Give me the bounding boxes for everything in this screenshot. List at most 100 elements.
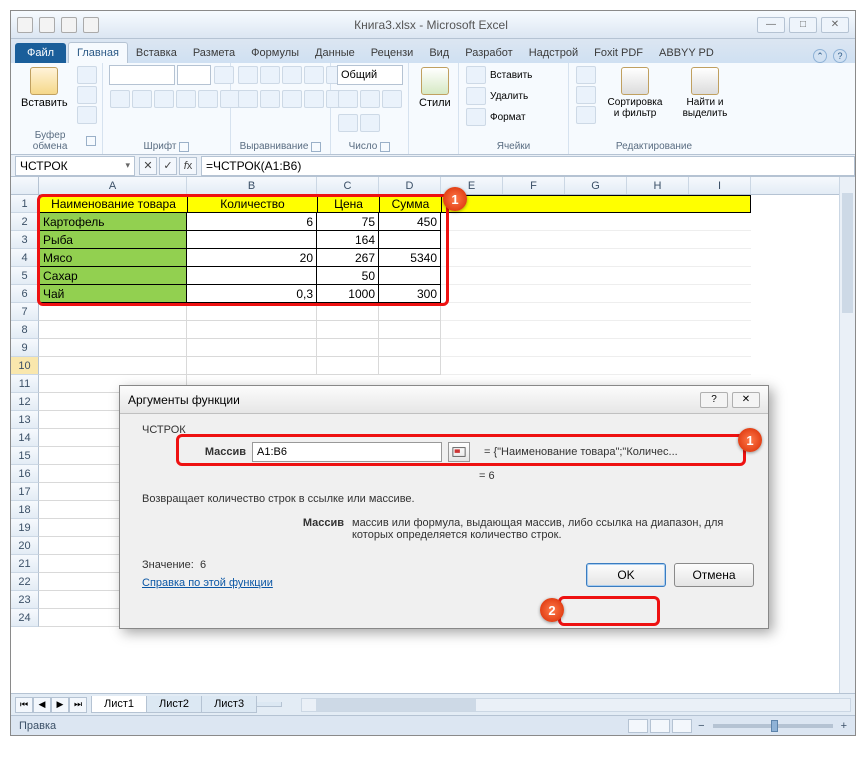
row-header[interactable]: 23 (11, 591, 39, 609)
dialog-titlebar[interactable]: Аргументы функции ? ✕ (120, 386, 768, 414)
cell[interactable]: 450 (379, 213, 441, 231)
orientation-icon[interactable] (304, 66, 324, 84)
help-icon[interactable]: ? (833, 49, 847, 63)
row-header[interactable]: 10 (11, 357, 39, 375)
row-header[interactable]: 24 (11, 609, 39, 627)
number-launcher-icon[interactable] (380, 142, 390, 152)
tab-view[interactable]: Вид (421, 43, 457, 63)
zoom-slider[interactable] (713, 724, 833, 728)
fill-icon[interactable] (576, 86, 596, 104)
col-header-g[interactable]: G (565, 177, 627, 194)
cell[interactable]: Сахар (39, 267, 187, 285)
number-format-combo[interactable]: Общий (337, 65, 403, 85)
cell[interactable] (441, 285, 751, 303)
cell[interactable] (441, 249, 751, 267)
sheet-tab[interactable]: Лист1 (91, 696, 147, 713)
cell[interactable]: 5340 (379, 249, 441, 267)
bold-icon[interactable] (110, 90, 130, 108)
cell[interactable] (379, 339, 441, 357)
enter-formula-icon[interactable]: ✓ (159, 157, 177, 175)
formula-input[interactable]: =ЧСТРОК(A1:B6) (201, 156, 855, 176)
cancel-formula-icon[interactable]: ✕ (139, 157, 157, 175)
row-header[interactable]: 13 (11, 411, 39, 429)
save-icon[interactable] (39, 17, 55, 33)
paste-button[interactable]: Вставить (17, 65, 72, 111)
cell[interactable]: 50 (317, 267, 379, 285)
sheet-nav-prev-icon[interactable]: ◀ (33, 697, 51, 713)
cut-icon[interactable] (77, 66, 97, 84)
range-selector-button[interactable] (448, 442, 470, 462)
row-header[interactable]: 9 (11, 339, 39, 357)
row-header[interactable]: 11 (11, 375, 39, 393)
view-layout-icon[interactable] (650, 719, 670, 733)
tab-addins[interactable]: Надстрой (521, 43, 586, 63)
tab-review[interactable]: Рецензи (363, 43, 422, 63)
align-bottom-icon[interactable] (282, 66, 302, 84)
chevron-down-icon[interactable]: ▾ (125, 160, 130, 171)
cell[interactable] (441, 357, 751, 375)
cancel-button[interactable]: Отмена (674, 563, 754, 587)
col-header-f[interactable]: F (503, 177, 565, 194)
cell[interactable]: 164 (317, 231, 379, 249)
cell[interactable] (441, 339, 751, 357)
zoom-out-icon[interactable]: − (698, 720, 704, 732)
horizontal-scrollbar[interactable] (301, 698, 851, 712)
view-normal-icon[interactable] (628, 719, 648, 733)
row-header[interactable]: 4 (11, 249, 39, 267)
find-select-button[interactable]: Найти и выделить (673, 65, 737, 121)
cell[interactable] (187, 303, 317, 321)
cells-insert-button[interactable]: Вставить (465, 65, 532, 85)
function-help-link[interactable]: Справка по этой функции (142, 577, 273, 589)
view-pagebreak-icon[interactable] (672, 719, 692, 733)
row-header[interactable]: 19 (11, 519, 39, 537)
fill-color-icon[interactable] (198, 90, 218, 108)
new-sheet-button[interactable] (256, 702, 282, 707)
scrollbar-thumb[interactable] (316, 699, 476, 711)
clipboard-launcher-icon[interactable] (86, 136, 96, 146)
row-header[interactable]: 2 (11, 213, 39, 231)
maximize-button[interactable]: □ (789, 17, 817, 33)
row-header[interactable]: 21 (11, 555, 39, 573)
dialog-close-button[interactable]: ✕ (732, 392, 760, 408)
percent-icon[interactable] (360, 90, 380, 108)
tab-home[interactable]: Главная (68, 42, 128, 63)
border-icon[interactable] (176, 90, 196, 108)
vertical-scrollbar[interactable] (839, 177, 855, 693)
sheet-nav-last-icon[interactable]: ⏭ (69, 697, 87, 713)
cell[interactable]: Картофель (39, 213, 187, 231)
close-button[interactable]: ✕ (821, 17, 849, 33)
sheet-nav-first-icon[interactable]: ⏮ (15, 697, 33, 713)
zoom-in-icon[interactable]: + (841, 720, 847, 732)
col-header-b[interactable]: B (187, 177, 317, 194)
cell[interactable] (317, 357, 379, 375)
row-header[interactable]: 6 (11, 285, 39, 303)
cell[interactable] (441, 267, 751, 285)
sheet-tab[interactable]: Лист3 (201, 696, 257, 713)
row-header[interactable]: 3 (11, 231, 39, 249)
cell[interactable] (441, 321, 751, 339)
currency-icon[interactable] (338, 90, 358, 108)
cell[interactable]: Мясо (39, 249, 187, 267)
decrease-indent-icon[interactable] (304, 90, 324, 108)
cell[interactable] (187, 339, 317, 357)
cell[interactable]: 1000 (317, 285, 379, 303)
cell[interactable] (317, 303, 379, 321)
col-header-i[interactable]: I (689, 177, 751, 194)
align-right-icon[interactable] (282, 90, 302, 108)
tab-developer[interactable]: Разработ (457, 43, 520, 63)
tab-abbyy[interactable]: ABBYY PD (651, 43, 722, 63)
cell[interactable]: 267 (317, 249, 379, 267)
cell[interactable] (187, 357, 317, 375)
cells-format-button[interactable]: Формат (465, 107, 526, 127)
cell[interactable] (379, 267, 441, 285)
autosum-icon[interactable] (576, 66, 596, 84)
align-top-icon[interactable] (238, 66, 258, 84)
align-left-icon[interactable] (238, 90, 258, 108)
row-header[interactable]: 20 (11, 537, 39, 555)
row-header[interactable]: 8 (11, 321, 39, 339)
name-box[interactable]: ЧСТРОК ▾ (15, 156, 135, 176)
cell[interactable] (441, 213, 751, 231)
cell[interactable]: Количество (187, 195, 317, 213)
cell[interactable] (441, 231, 751, 249)
cell[interactable]: 75 (317, 213, 379, 231)
